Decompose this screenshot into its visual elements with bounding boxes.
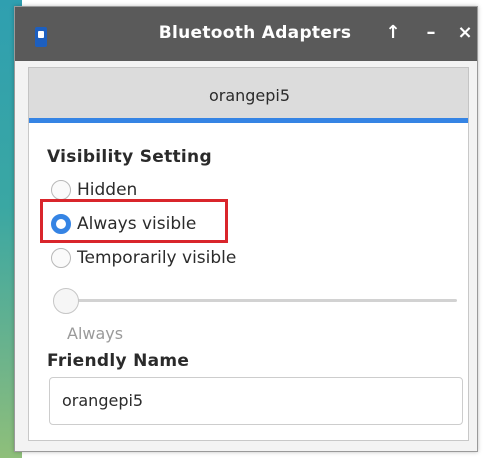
close-button[interactable]: × — [453, 21, 477, 45]
title-bar[interactable]: Bluetooth Adapters ↑ – × — [15, 7, 477, 61]
tab-adapter[interactable]: orangepi5 — [28, 67, 469, 123]
keep-above-button[interactable]: ↑ — [381, 21, 405, 45]
highlight-annotation-box — [40, 199, 228, 243]
visibility-heading: Visibility Setting — [47, 147, 212, 167]
visibility-timeout-slider-handle[interactable] — [53, 288, 79, 314]
radio-hidden-label: Hidden — [77, 180, 138, 200]
visibility-timeout-slider-track[interactable] — [63, 299, 457, 302]
radio-hidden-circle[interactable] — [51, 180, 71, 200]
radio-temporarily-visible-label: Temporarily visible — [77, 248, 237, 268]
minimize-button[interactable]: – — [419, 21, 443, 45]
radio-temporarily-visible-circle[interactable] — [51, 248, 71, 268]
radio-temporarily-visible[interactable]: Temporarily visible — [51, 245, 236, 271]
window-title: Bluetooth Adapters — [158, 23, 352, 43]
visibility-timeout-value: Always — [67, 324, 124, 343]
tab-label: orangepi5 — [208, 86, 291, 105]
bluetooth-adapters-window: Bluetooth Adapters ↑ – × orangepi5 Visib… — [14, 6, 478, 452]
friendly-name-heading: Friendly Name — [47, 351, 190, 371]
friendly-name-input[interactable]: orangepi5 — [49, 377, 463, 425]
adapter-settings-panel: Visibility Setting Hidden Always visible… — [28, 123, 469, 441]
